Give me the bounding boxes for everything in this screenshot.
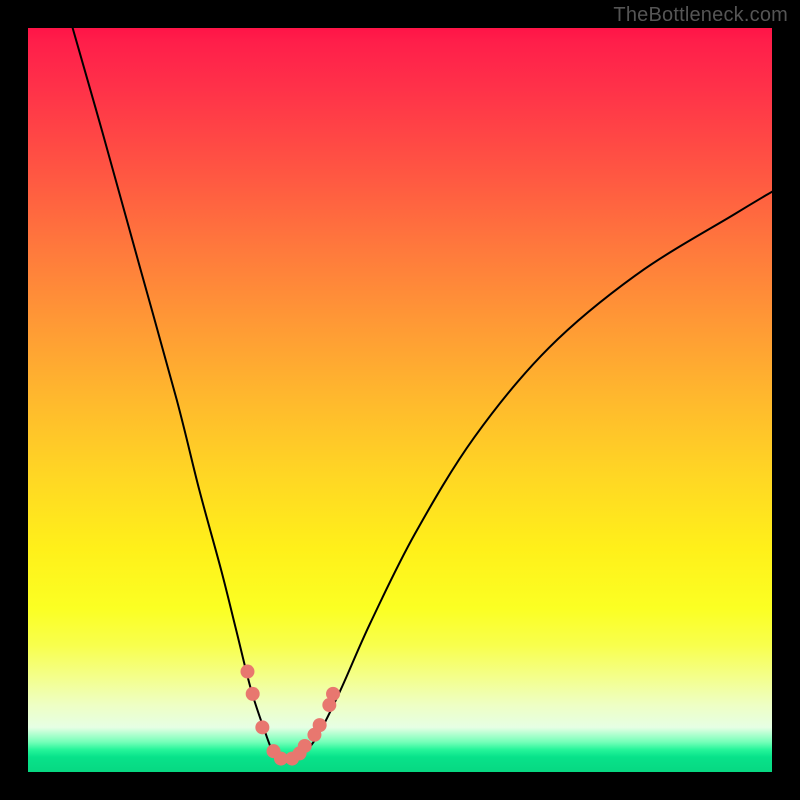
chart-container: TheBottleneck.com — [0, 0, 800, 800]
watermark-text: TheBottleneck.com — [613, 4, 788, 27]
plot-area — [28, 28, 772, 772]
background-gradient — [28, 28, 772, 772]
